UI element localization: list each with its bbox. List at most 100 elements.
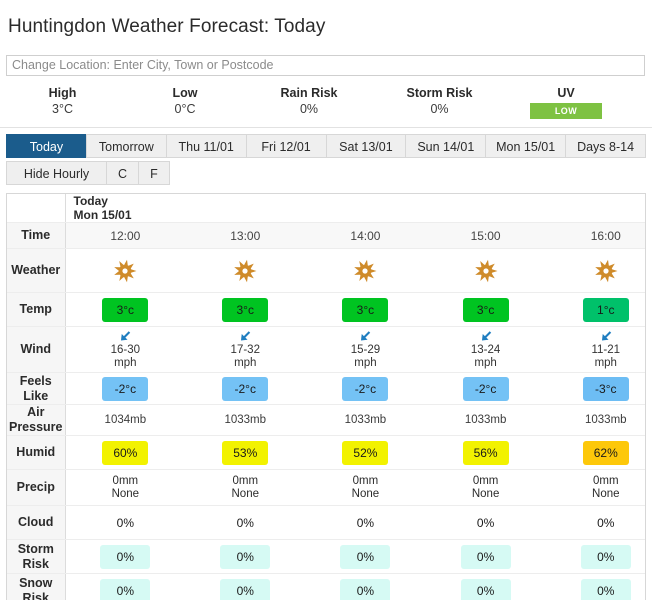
precip-amount: 0mm xyxy=(112,474,139,487)
sun-icon xyxy=(112,258,138,284)
wind-direction-arrow-icon xyxy=(305,329,425,344)
unit-toggle-f[interactable]: F xyxy=(138,161,170,186)
wind-row-cell: 15-29 mph xyxy=(305,326,426,374)
snow-risk-row-cell: 0% xyxy=(545,573,645,600)
time-row: Time12:0013:0014:0015:0016:0017:0018:001… xyxy=(7,222,645,250)
storm-risk-chip: 0% xyxy=(220,544,271,569)
day-tab-4[interactable]: Sat 13/01 xyxy=(325,134,406,159)
day-tab-1[interactable]: Tomorrow xyxy=(85,134,166,159)
precip-description: None xyxy=(592,487,620,500)
temp-row-cell: 3°c xyxy=(65,292,186,328)
summary-item-storm-risk: Storm Risk 0% xyxy=(373,85,506,118)
storm-risk-chip: 0% xyxy=(100,544,151,569)
precip-row-cell: 0mm None xyxy=(545,469,645,507)
humid-row: Humid60%53%52%56%62%67%69%73%74%79%83% xyxy=(7,435,645,471)
day-tab-7[interactable]: Days 8-14 xyxy=(565,134,646,159)
hide-hourly-button[interactable]: Hide Hourly xyxy=(6,161,106,186)
wind-direction-arrow-icon xyxy=(546,329,645,344)
storm-risk-chip: 0% xyxy=(580,544,631,569)
wind-speed-value: 17-32 xyxy=(230,344,260,357)
snow-risk-chip: 0% xyxy=(460,578,511,600)
wind-row: Wind 16-30 mph 17-32 mph 15-29 mph 13-24 mph 11-2… xyxy=(7,326,645,374)
snow-risk-row-cell: 0% xyxy=(185,573,306,600)
feels-like-chip: -2°c xyxy=(102,376,149,401)
temp-chip: 1°c xyxy=(582,297,629,322)
weather-forecast-page: Huntingdon Weather Forecast: Today High … xyxy=(0,0,652,600)
wind-speed-unit: mph xyxy=(234,357,257,370)
cloud-chip: 0% xyxy=(340,510,391,535)
wind-speed-value: 11-21 xyxy=(591,344,621,357)
day-header-row: Today Mon 15/01 xyxy=(7,194,645,224)
cloud-row-cell: 0% xyxy=(65,505,186,541)
day-tab-0[interactable]: Today xyxy=(6,134,86,159)
cloud-chip: 0% xyxy=(580,510,631,535)
wind-speed-value: 16-30 xyxy=(110,344,141,357)
summary-label-storm-risk: Storm Risk xyxy=(406,86,473,101)
precip-row-cell: 0mm None xyxy=(65,469,186,507)
weather-row-cell xyxy=(65,248,186,294)
humidity-chip: 56% xyxy=(462,440,509,465)
feels-like-chip: -2°c xyxy=(222,376,269,401)
row-label-weather: Weather xyxy=(7,248,66,294)
summary-item-high: High 3°C xyxy=(0,85,125,118)
wind-speed-unit: mph xyxy=(114,357,137,370)
day-tab-5[interactable]: Sun 14/01 xyxy=(405,134,486,159)
temp-chip: 3°c xyxy=(462,297,509,322)
temp-chip: 3°c xyxy=(102,297,149,322)
feels-like-row-cell: -2°c xyxy=(425,372,546,406)
location-search-input[interactable] xyxy=(6,55,645,77)
precip-description: None xyxy=(231,487,260,500)
air-pressure-row-cell: 1033mb xyxy=(305,404,426,437)
row-label-storm-risk: Storm Risk xyxy=(7,539,66,575)
humidity-chip: 53% xyxy=(222,440,269,465)
feels-like-row-cell: -3°c xyxy=(545,372,645,406)
row-label-snow-risk: Snow Risk xyxy=(7,573,66,600)
day-tab-3[interactable]: Fri 12/01 xyxy=(245,134,326,159)
unit-toggle-c[interactable]: C xyxy=(106,161,138,186)
day-header-label: Today Mon 15/01 xyxy=(65,194,645,224)
wind-speed-unit: mph xyxy=(594,357,617,370)
storm-risk-row-cell: 0% xyxy=(65,539,186,575)
summary-item-rain-risk: Rain Risk 0% xyxy=(245,85,373,118)
cloud-row-cell: 0% xyxy=(185,505,306,541)
snow-risk-chip: 0% xyxy=(340,578,391,600)
weather-row-cell xyxy=(545,248,645,294)
wind-speed-unit: mph xyxy=(474,357,497,370)
day-tab-2[interactable]: Thu 11/01 xyxy=(165,134,246,159)
storm-risk-row-cell: 0% xyxy=(545,539,645,575)
weather-row-cell xyxy=(305,248,426,294)
wind-row-cell: 13-24 mph xyxy=(425,326,546,374)
summary-item-uv: UV LOW xyxy=(506,85,626,120)
feels-like-row-cell: -2°c xyxy=(185,372,306,406)
summary-strip: High 3°C Low 0°C Rain Risk 0% Storm Risk… xyxy=(0,76,652,129)
cloud-chip: 0% xyxy=(100,510,151,535)
day-header-spacer xyxy=(7,194,66,224)
wind-speed-value: 15-29 xyxy=(350,344,381,357)
summary-label-high: High xyxy=(48,86,77,101)
humid-row-cell: 52% xyxy=(305,435,426,471)
time-row-cell: 14:00 xyxy=(305,222,426,250)
time-row-cell: 15:00 xyxy=(425,222,546,250)
hourly-forecast-table-container[interactable]: Today Mon 15/01 Time 12:00 13:00 14:00 15:00 16… xyxy=(6,193,646,600)
precip-row-cell: 0mm None xyxy=(305,469,426,507)
feels-like-chip: -2°c xyxy=(462,376,509,401)
cloud-row-cell: 0% xyxy=(545,505,645,541)
cloud-chip: 0% xyxy=(460,510,511,535)
uv-status-badge: LOW xyxy=(530,103,602,120)
day-tab-6[interactable]: Mon 15/01 xyxy=(485,134,566,159)
wind-direction-arrow-icon xyxy=(66,329,186,344)
row-label-air-pressure: Air Pressure xyxy=(7,404,66,437)
day-tab-bar: Today Tomorrow Thu 11/01 Fri 12/01 Sat 13/01… xyxy=(0,134,652,159)
precip-row: Precip 0mm None 0mm None 0mm None 0mm None 0mm Non… xyxy=(7,469,645,507)
sun-icon xyxy=(593,258,619,284)
cloud-row: Cloud0%0%0%0%0%0%0%0%0%0%0% xyxy=(7,505,645,541)
wind-speed-value: 13-24 xyxy=(470,344,501,357)
temp-row-cell: 3°c xyxy=(425,292,546,328)
precip-description: None xyxy=(471,487,500,500)
row-label-time: Time xyxy=(7,222,66,250)
humid-row-cell: 53% xyxy=(185,435,306,471)
air-pressure-row: Air Pressure 1034mb 1033mb 1033mb 1033mb 1033… xyxy=(7,404,645,437)
weather-row-cell xyxy=(185,248,306,294)
precip-row-cell: 0mm None xyxy=(185,469,306,507)
summary-value-storm-risk: 0% xyxy=(430,102,449,117)
